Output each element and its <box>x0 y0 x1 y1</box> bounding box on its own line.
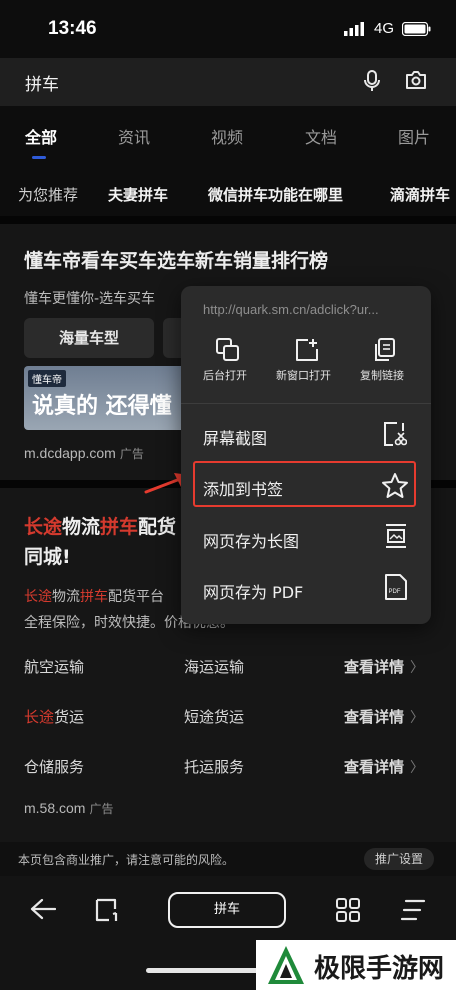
ad-label: 广告 <box>119 447 144 461</box>
microphone-icon[interactable] <box>364 70 380 92</box>
source-domain: m.58.com <box>24 800 86 816</box>
menu-separator <box>181 403 431 404</box>
quick-action-label[interactable]: 后台打开 <box>203 367 247 383</box>
dcd-logo: 懂车帝 <box>28 370 66 387</box>
copy-link-icon[interactable] <box>371 337 397 363</box>
detail-label: 查看详情 <box>344 758 405 776</box>
detail-link[interactable]: 查看详情〉 <box>344 706 424 727</box>
back-arrow-icon[interactable] <box>30 898 56 920</box>
pdf-icon[interactable]: PDF <box>384 573 408 601</box>
tab-video[interactable]: 视频 <box>211 124 243 148</box>
section-divider <box>0 216 456 224</box>
quick-action-label[interactable]: 复制链接 <box>360 367 404 383</box>
tab-images[interactable]: 图片 <box>398 124 430 148</box>
sublink-storage[interactable]: 仓储服务 <box>24 756 84 777</box>
result-source: m.58.com 广告 <box>24 798 113 817</box>
chip-didi-carpool[interactable]: 滴滴拼车 <box>390 184 450 205</box>
title-text: 配货 <box>138 516 177 538</box>
title-keyword: 拼车 <box>100 516 139 538</box>
menu-item-save-long-image[interactable]: 网页存为长图 <box>203 528 299 552</box>
network-type: 4G <box>373 20 394 37</box>
long-image-icon[interactable] <box>384 522 408 550</box>
title-text: 同城! <box>24 546 71 568</box>
menu-item-screenshot[interactable]: 屏幕截图 <box>203 425 267 449</box>
tab-active-indicator <box>32 156 46 159</box>
battery-icon <box>402 21 431 36</box>
status-time: 13:46 <box>48 18 97 39</box>
sublink-air-transport[interactable]: 航空运输 <box>24 656 84 677</box>
background-open-icon[interactable] <box>215 337 241 363</box>
desc-text: 配货平台 <box>108 589 164 605</box>
title-keyword: 长途 <box>24 516 63 538</box>
detail-link[interactable]: 查看详情〉 <box>344 756 424 777</box>
desc-keyword: 拼车 <box>80 589 108 605</box>
sublink-long-haul[interactable]: 长途货运 <box>24 706 84 727</box>
result-source: m.dcdapp.com 广告 <box>24 443 144 462</box>
tab-all[interactable]: 全部 <box>25 124 57 148</box>
menu-lines-icon[interactable] <box>400 898 426 922</box>
search-bar[interactable] <box>0 58 456 106</box>
tab-docs[interactable]: 文档 <box>305 124 337 148</box>
sublink-consignment[interactable]: 托运服务 <box>184 756 244 777</box>
sublink-keyword: 长途 <box>24 708 55 726</box>
grid-apps-icon[interactable] <box>335 897 361 923</box>
address-pill[interactable]: 拼车 <box>168 892 286 928</box>
menu-item-save-pdf[interactable]: 网页存为 PDF <box>203 579 303 603</box>
new-window-icon[interactable] <box>294 337 320 363</box>
tab-news[interactable]: 资讯 <box>118 124 150 148</box>
result-title[interactable]: 懂车帝看车买车选车新车销量排行榜 <box>24 246 328 273</box>
desc-keyword: 长途 <box>24 589 52 605</box>
sublink-sea-transport[interactable]: 海运运输 <box>184 656 244 677</box>
sublink-text: 货运 <box>54 708 85 726</box>
disclaimer-text: 本页包含商业推广，请注意可能的风险。 <box>18 853 235 867</box>
detail-label: 查看详情 <box>344 658 405 676</box>
banner-slogan: 说真的 还得懂 <box>32 394 172 419</box>
ad-banner-image[interactable]: 懂车帝 说真的 还得懂 <box>24 366 188 430</box>
car-models-button[interactable]: 海量车型 <box>24 318 154 358</box>
quick-action-label[interactable]: 新窗口打开 <box>276 367 331 383</box>
chevron-right-icon: 〉 <box>410 760 425 776</box>
highlight-box <box>193 461 416 507</box>
title-text: 物流 <box>62 516 101 538</box>
signal-icon <box>343 21 364 36</box>
sublink-short-haul[interactable]: 短途货运 <box>184 706 244 727</box>
camera-icon[interactable] <box>405 70 427 90</box>
desc-text: 物流 <box>52 589 80 605</box>
source-domain: m.dcdapp.com <box>24 445 116 461</box>
detail-label: 查看详情 <box>344 708 405 726</box>
chevron-right-icon: 〉 <box>410 710 425 726</box>
watermark-logo-icon <box>268 946 304 984</box>
result-subtitle: 懂车更懂你-选车买车 <box>24 291 156 307</box>
chip-wechat-carpool[interactable]: 微信拼车功能在哪里 <box>208 184 343 205</box>
menu-link-url: http://quark.sm.cn/adclick?ur... <box>203 302 379 317</box>
watermark-text: 极限手游网 <box>314 954 445 984</box>
ad-label: 广告 <box>89 802 114 816</box>
svg-text:PDF: PDF <box>389 589 401 595</box>
detail-link[interactable]: 查看详情〉 <box>344 656 424 677</box>
chip-recommend[interactable]: 为您推荐 <box>18 184 78 205</box>
promo-settings-button[interactable]: 推广设置 <box>364 848 434 870</box>
status-indicators: 4G <box>343 20 432 37</box>
search-query[interactable]: 拼车 <box>25 70 59 95</box>
chevron-right-icon: 〉 <box>410 660 425 676</box>
chip-couple-carpool[interactable]: 夫妻拼车 <box>108 184 168 205</box>
tabs-icon[interactable] <box>94 897 120 923</box>
result-title[interactable]: 长途物流拼车配货 同城! <box>24 512 176 572</box>
screenshot-icon[interactable] <box>383 421 407 447</box>
